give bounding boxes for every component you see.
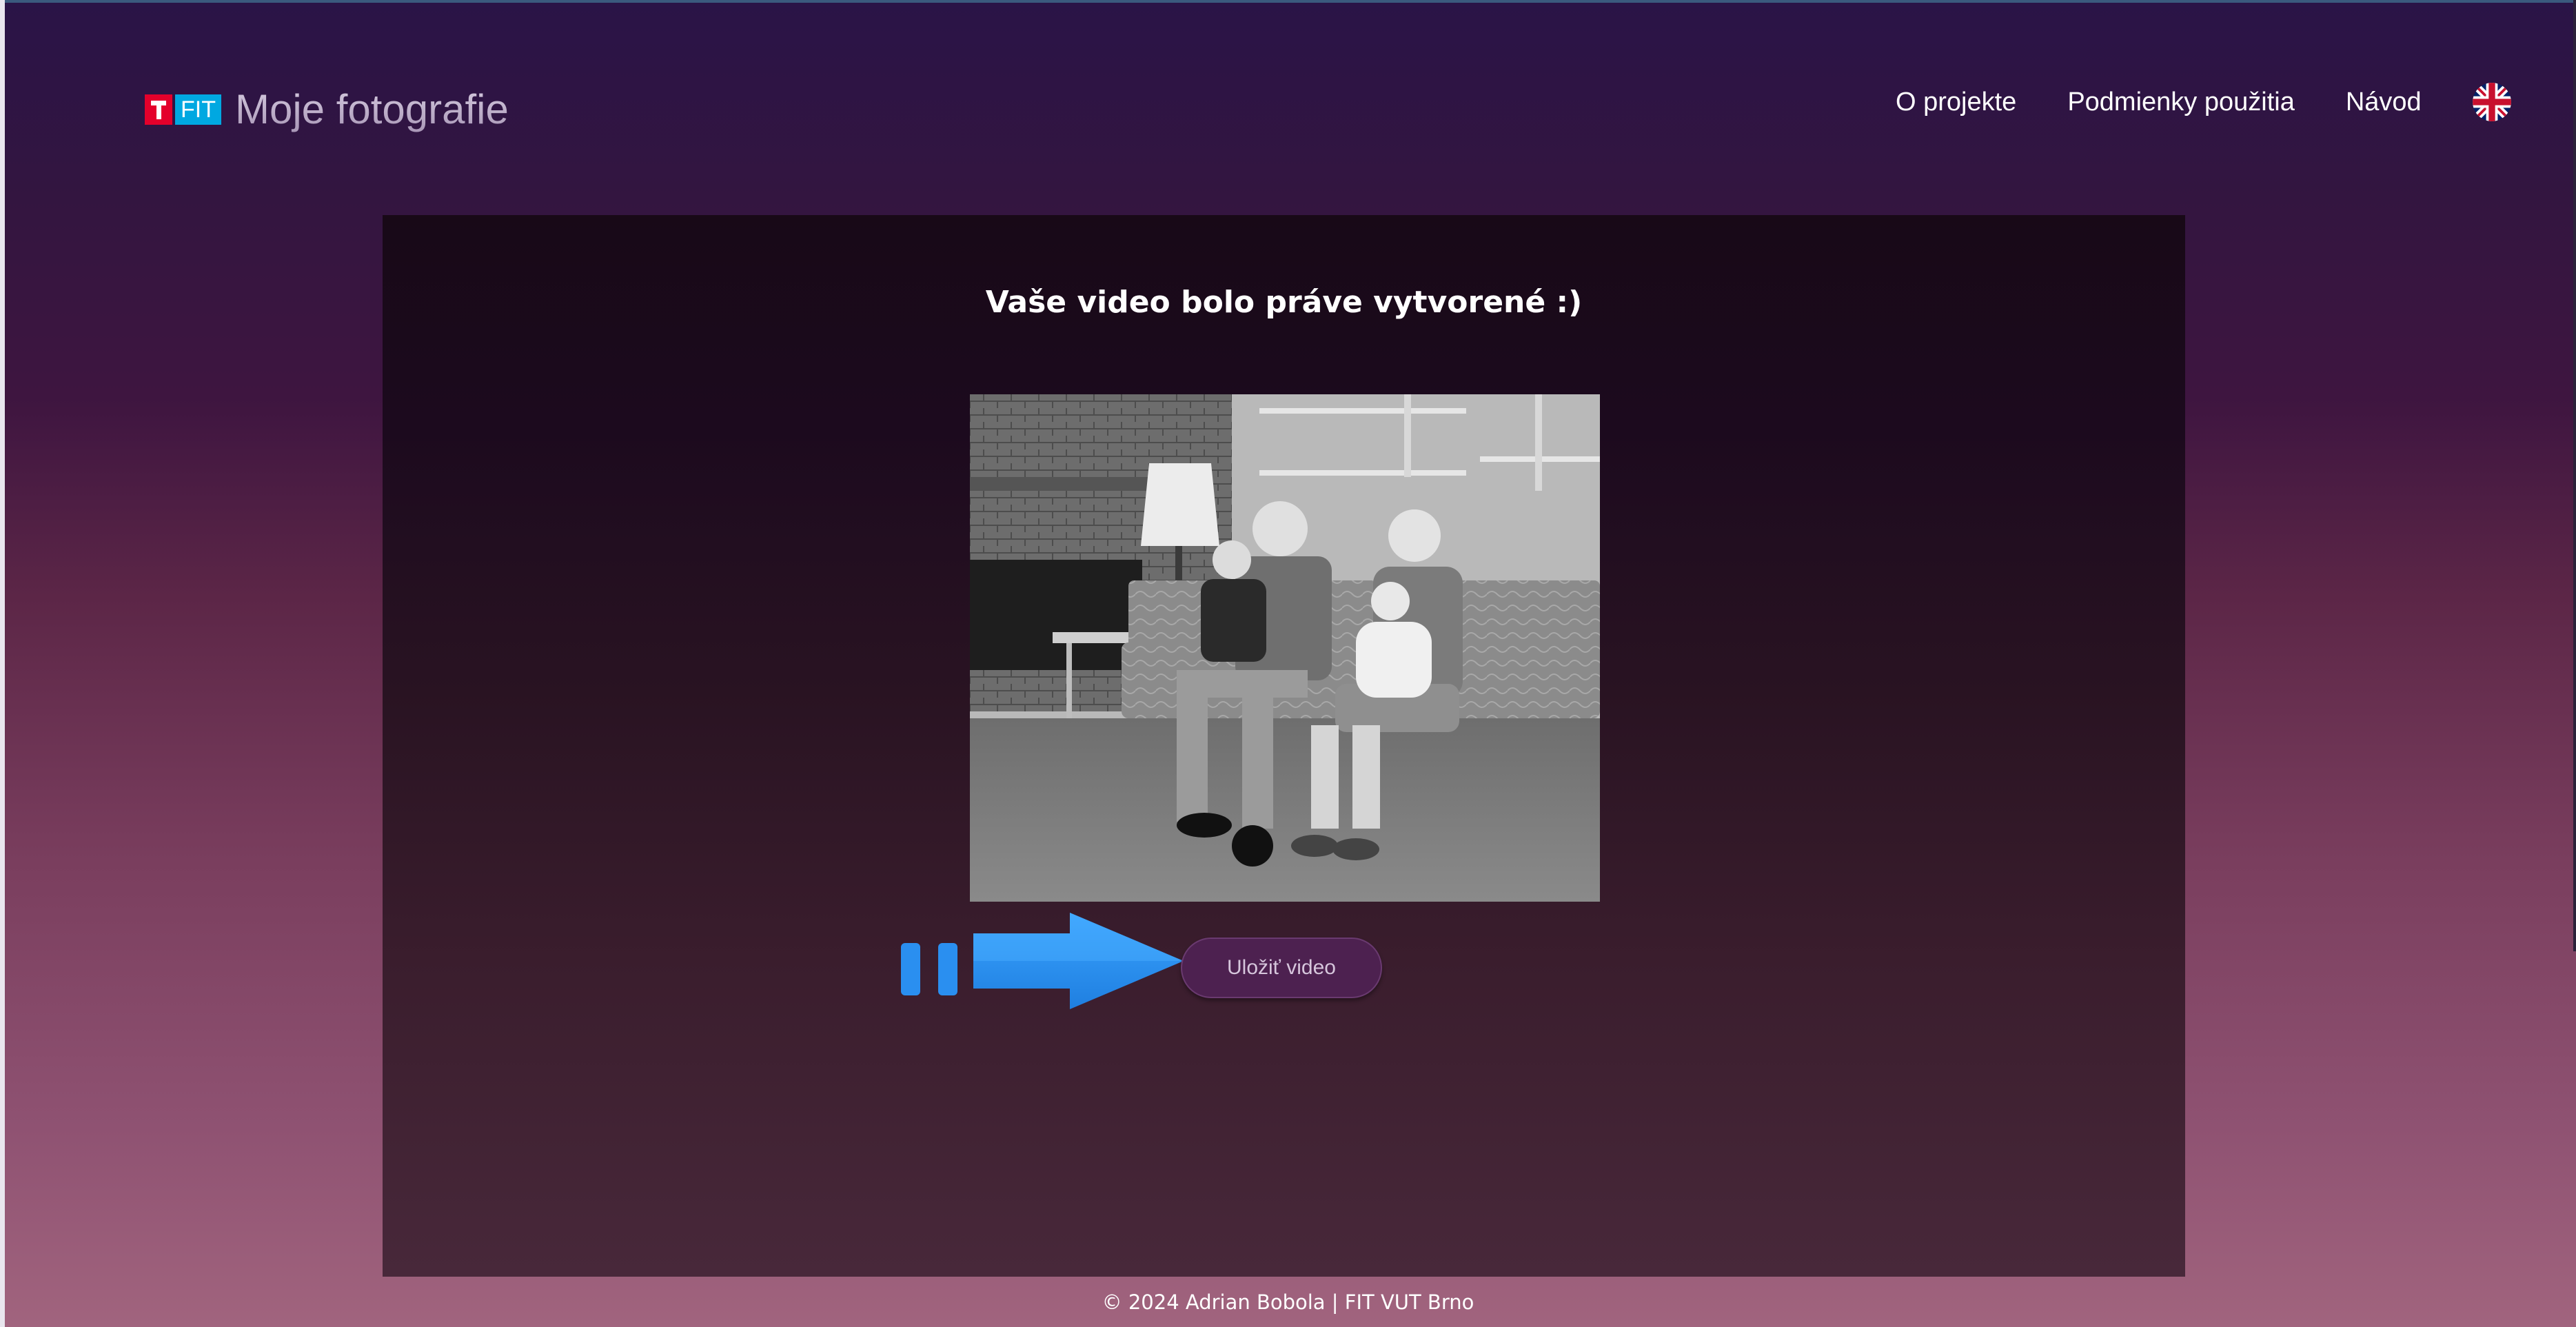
arrow-right-icon <box>973 913 1187 1009</box>
fit-t-icon <box>145 94 172 125</box>
save-video-button[interactable]: Uložiť video <box>1181 938 1382 998</box>
main-nav: O projekte Podmienky použitia Návod <box>1896 83 2511 121</box>
top-border <box>0 0 2576 3</box>
uk-flag-icon[interactable] <box>2472 83 2511 121</box>
fit-logo: FIT <box>145 94 221 125</box>
nav-link-about[interactable]: O projekte <box>1896 88 2016 117</box>
page-title: Vaše video bolo práve vytvorené :) <box>985 285 1583 321</box>
nav-link-guide[interactable]: Návod <box>2346 88 2422 117</box>
video-controls: Uložiť video <box>901 913 1632 1009</box>
video-preview-image <box>970 394 1600 902</box>
footer-text: © 2024 Adrian Bobola | FIT VUT Brno <box>1102 1290 1474 1314</box>
video-result-panel: Vaše video bolo práve vytvorené :) Uloži… <box>383 215 2185 1277</box>
left-edge <box>0 0 5 1327</box>
right-edge <box>2573 0 2576 951</box>
nav-link-terms[interactable]: Podmienky použitia <box>2067 88 2295 117</box>
site-logo-link[interactable]: FIT Moje fotografie <box>145 85 509 134</box>
site-title: Moje fotografie <box>234 86 509 132</box>
fit-logo-text: FIT <box>175 94 221 125</box>
pause-icon[interactable] <box>901 943 970 997</box>
